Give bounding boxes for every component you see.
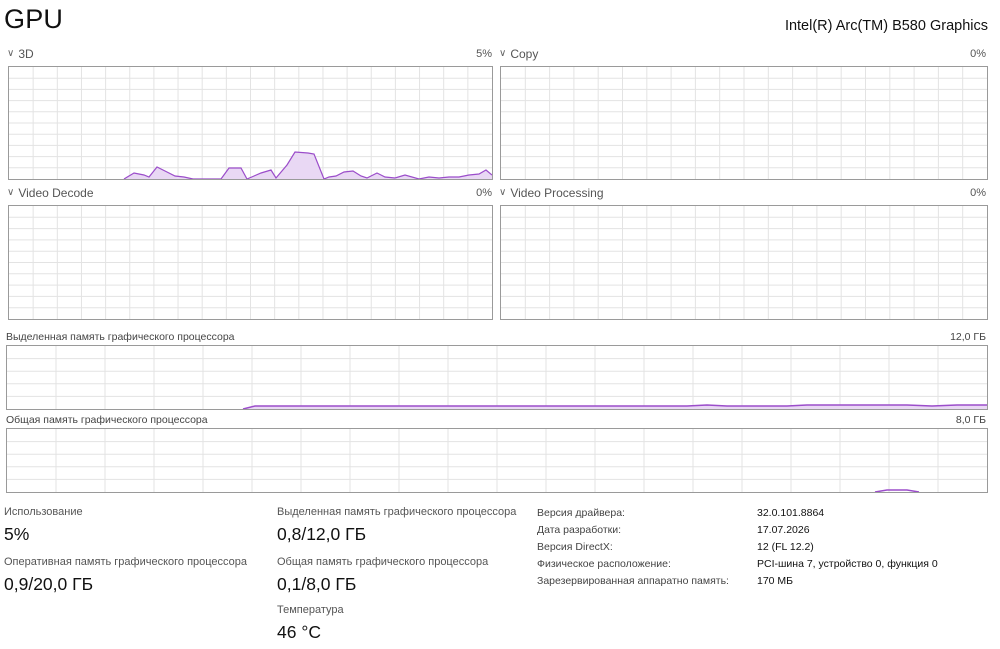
graph-video-processing-label: Video Processing [510,186,604,200]
shared-memory-plot [7,429,987,492]
utilization-value: 5% [4,524,30,544]
graph-3d-label: 3D [18,47,34,61]
dedicated-memory-value: 0,8/12,0 ГБ [277,524,367,544]
gpu-ram-label: Оперативная память графического процессо… [4,556,248,568]
dedicated-memory-graph-label: Выделенная память графического процессор… [6,331,235,343]
graph-copy-label: Copy [510,47,539,61]
graph-3d [8,66,493,180]
graph-video-processing [500,205,988,320]
gpu-ram-value: 0,9/20,0 ГБ [4,574,94,594]
shared-memory-line [874,489,920,492]
graph-copy-plot [501,67,987,179]
graph-3d-area [124,152,492,179]
property-value: PCI-шина 7, устройство 0, функция 0 [757,558,938,570]
shared-memory-graph-label: Общая память графического процессора [6,414,208,426]
chevron-down-icon: ∨ [7,47,15,59]
graph-copy-selector[interactable]: ∨ Copy [499,47,538,61]
dedicated-memory-label: Выделенная память графического процессор… [277,506,517,518]
shared-memory-label: Общая память графического процессора [277,556,489,568]
graph-copy-value: 0% [970,48,986,60]
chevron-down-icon: ∨ [7,186,15,198]
graph-copy [500,66,988,180]
shared-memory-graph-value: 8,0 ГБ [955,414,986,426]
shared-memory-graph [6,428,988,493]
graph-video-processing-plot [501,206,987,319]
dedicated-memory-graph [6,345,988,410]
graph-video-decode-value: 0% [476,187,492,199]
property-value: 12 (FL 12.2) [757,541,814,553]
graph-video-decode-selector[interactable]: ∨ Video Decode [7,186,94,200]
property-key: Версия DirectX: [537,541,613,553]
graph-3d-selector[interactable]: ∨ 3D [7,47,34,61]
utilization-label: Использование [4,506,83,518]
temperature-value: 46 °C [277,622,321,642]
property-key: Версия драйвера: [537,507,625,519]
property-value: 170 МБ [757,575,794,587]
graph-3d-plot [9,67,492,179]
chevron-down-icon: ∨ [499,186,507,198]
shared-memory-value: 0,1/8,0 ГБ [277,574,357,594]
dedicated-memory-graph-value: 12,0 ГБ [950,331,986,343]
property-value: 32.0.101.8864 [757,507,825,519]
graph-video-decode [8,205,493,320]
property-key: Дата разработки: [537,524,622,536]
graph-video-processing-selector[interactable]: ∨ Video Processing [499,186,604,200]
graph-video-processing-value: 0% [970,187,986,199]
device-name: Intel(R) Arc(TM) B580 Graphics [784,18,988,34]
property-key: Зарезервированная аппаратно память: [537,575,729,587]
dedicated-memory-plot [7,346,987,409]
graph-video-decode-label: Video Decode [18,186,94,200]
property-key: Физическое расположение: [537,558,671,570]
chevron-down-icon: ∨ [499,47,507,59]
property-value: 17.07.2026 [757,524,810,536]
graph-3d-value: 5% [476,48,492,60]
temperature-label: Температура [277,604,344,616]
graph-video-decode-plot [9,206,492,319]
page-title: GPU [4,4,64,34]
